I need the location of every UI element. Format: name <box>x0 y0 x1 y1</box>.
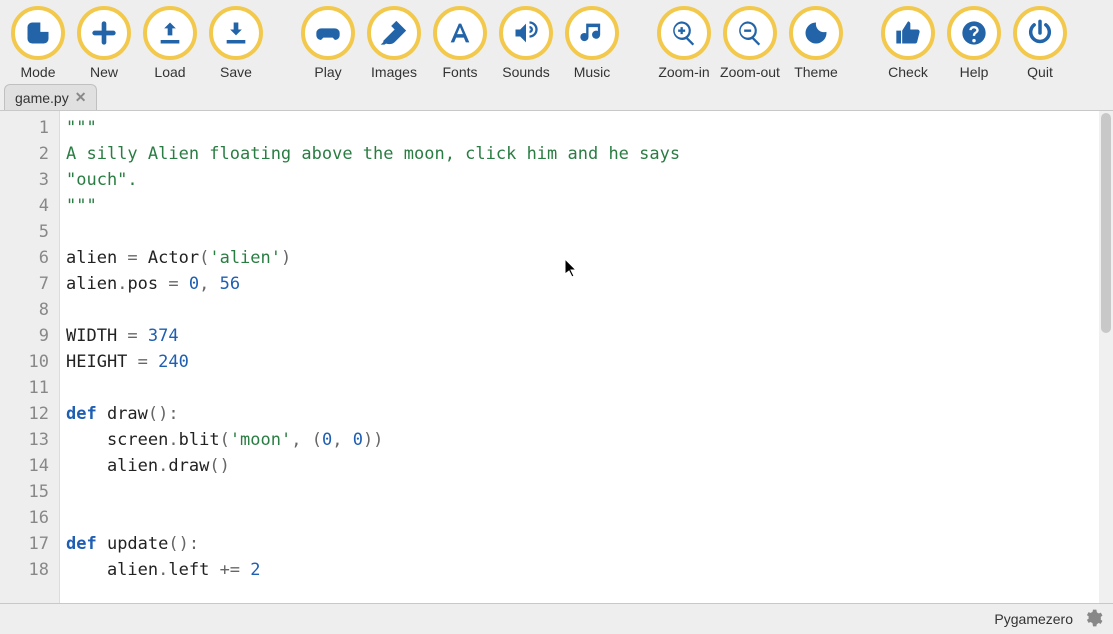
status-bar: Pygamezero <box>0 604 1113 634</box>
fonts-label: Fonts <box>442 64 477 80</box>
code-line[interactable]: screen.blit('moon', (0, 0)) <box>66 427 1107 453</box>
save-label: Save <box>220 64 252 80</box>
mode-icon <box>11 6 65 60</box>
line-number: 13 <box>0 427 59 453</box>
help-button[interactable]: Help <box>944 6 1004 80</box>
code-line[interactable]: A silly Alien floating above the moon, c… <box>66 141 1107 167</box>
line-number: 7 <box>0 271 59 297</box>
line-number: 18 <box>0 557 59 583</box>
question-icon <box>947 6 1001 60</box>
code-line[interactable] <box>66 505 1107 531</box>
line-gutter: 123456789101112131415161718 <box>0 111 60 603</box>
load-button[interactable]: Load <box>140 6 200 80</box>
new-label: New <box>90 64 118 80</box>
music-icon <box>565 6 619 60</box>
code-area[interactable]: """A silly Alien floating above the moon… <box>60 111 1113 603</box>
line-number: 12 <box>0 401 59 427</box>
code-line[interactable] <box>66 479 1107 505</box>
gamepad-icon <box>301 6 355 60</box>
plus-icon <box>77 6 131 60</box>
brush-icon <box>367 6 421 60</box>
code-line[interactable] <box>66 297 1107 323</box>
download-icon <box>209 6 263 60</box>
line-number: 8 <box>0 297 59 323</box>
code-line[interactable]: WIDTH = 374 <box>66 323 1107 349</box>
power-icon <box>1013 6 1067 60</box>
line-number: 6 <box>0 245 59 271</box>
mode-button[interactable]: Mode <box>8 6 68 80</box>
code-line[interactable]: """ <box>66 115 1107 141</box>
close-icon[interactable]: ✕ <box>75 89 87 106</box>
line-number: 17 <box>0 531 59 557</box>
theme-button[interactable]: Theme <box>786 6 846 80</box>
line-number: 11 <box>0 375 59 401</box>
line-number: 5 <box>0 219 59 245</box>
code-line[interactable]: alien.pos = 0, 56 <box>66 271 1107 297</box>
zoomin-icon <box>657 6 711 60</box>
fonts-button[interactable]: Fonts <box>430 6 490 80</box>
line-number: 14 <box>0 453 59 479</box>
zoomin-button[interactable]: Zoom-in <box>654 6 714 80</box>
tab-gamepy[interactable]: game.py ✕ <box>4 84 97 110</box>
theme-label: Theme <box>794 64 838 80</box>
line-number: 15 <box>0 479 59 505</box>
code-line[interactable]: HEIGHT = 240 <box>66 349 1107 375</box>
zoomout-button[interactable]: Zoom-out <box>720 6 780 80</box>
quit-label: Quit <box>1027 64 1053 80</box>
status-mode: Pygamezero <box>994 611 1073 627</box>
code-line[interactable]: def update(): <box>66 531 1107 557</box>
music-label: Music <box>574 64 611 80</box>
toolbar: Mode New Load Save Play Images Fonts Sounds Musi… <box>0 0 1113 82</box>
tab-filename: game.py <box>15 90 69 106</box>
play-button[interactable]: Play <box>298 6 358 80</box>
volume-icon <box>499 6 553 60</box>
save-button[interactable]: Save <box>206 6 266 80</box>
code-line[interactable] <box>66 375 1107 401</box>
line-number: 16 <box>0 505 59 531</box>
thumb-icon <box>881 6 935 60</box>
scrollbar-thumb[interactable] <box>1101 113 1111 333</box>
play-label: Play <box>314 64 341 80</box>
mode-label: Mode <box>20 64 55 80</box>
moon-icon <box>789 6 843 60</box>
line-number: 9 <box>0 323 59 349</box>
code-line[interactable]: """ <box>66 193 1107 219</box>
load-label: Load <box>154 64 185 80</box>
editor[interactable]: 123456789101112131415161718 """A silly A… <box>0 110 1113 604</box>
zoomout-icon <box>723 6 777 60</box>
code-line[interactable]: def draw(): <box>66 401 1107 427</box>
code-line[interactable]: "ouch". <box>66 167 1107 193</box>
code-line[interactable] <box>66 219 1107 245</box>
images-button[interactable]: Images <box>364 6 424 80</box>
tab-bar: game.py ✕ <box>0 82 1113 110</box>
line-number: 4 <box>0 193 59 219</box>
help-label: Help <box>960 64 989 80</box>
line-number: 2 <box>0 141 59 167</box>
line-number: 10 <box>0 349 59 375</box>
code-line[interactable]: alien.draw() <box>66 453 1107 479</box>
images-label: Images <box>371 64 417 80</box>
line-number: 1 <box>0 115 59 141</box>
font-icon <box>433 6 487 60</box>
check-button[interactable]: Check <box>878 6 938 80</box>
music-button[interactable]: Music <box>562 6 622 80</box>
upload-icon <box>143 6 197 60</box>
new-button[interactable]: New <box>74 6 134 80</box>
quit-button[interactable]: Quit <box>1010 6 1070 80</box>
zoomin-label: Zoom-in <box>658 64 709 80</box>
scrollbar-vertical[interactable] <box>1099 111 1113 603</box>
zoomout-label: Zoom-out <box>720 64 780 80</box>
line-number: 3 <box>0 167 59 193</box>
check-label: Check <box>888 64 928 80</box>
sounds-label: Sounds <box>502 64 549 80</box>
code-line[interactable]: alien = Actor('alien') <box>66 245 1107 271</box>
sounds-button[interactable]: Sounds <box>496 6 556 80</box>
gear-icon[interactable] <box>1083 608 1103 631</box>
code-line[interactable]: alien.left += 2 <box>66 557 1107 583</box>
